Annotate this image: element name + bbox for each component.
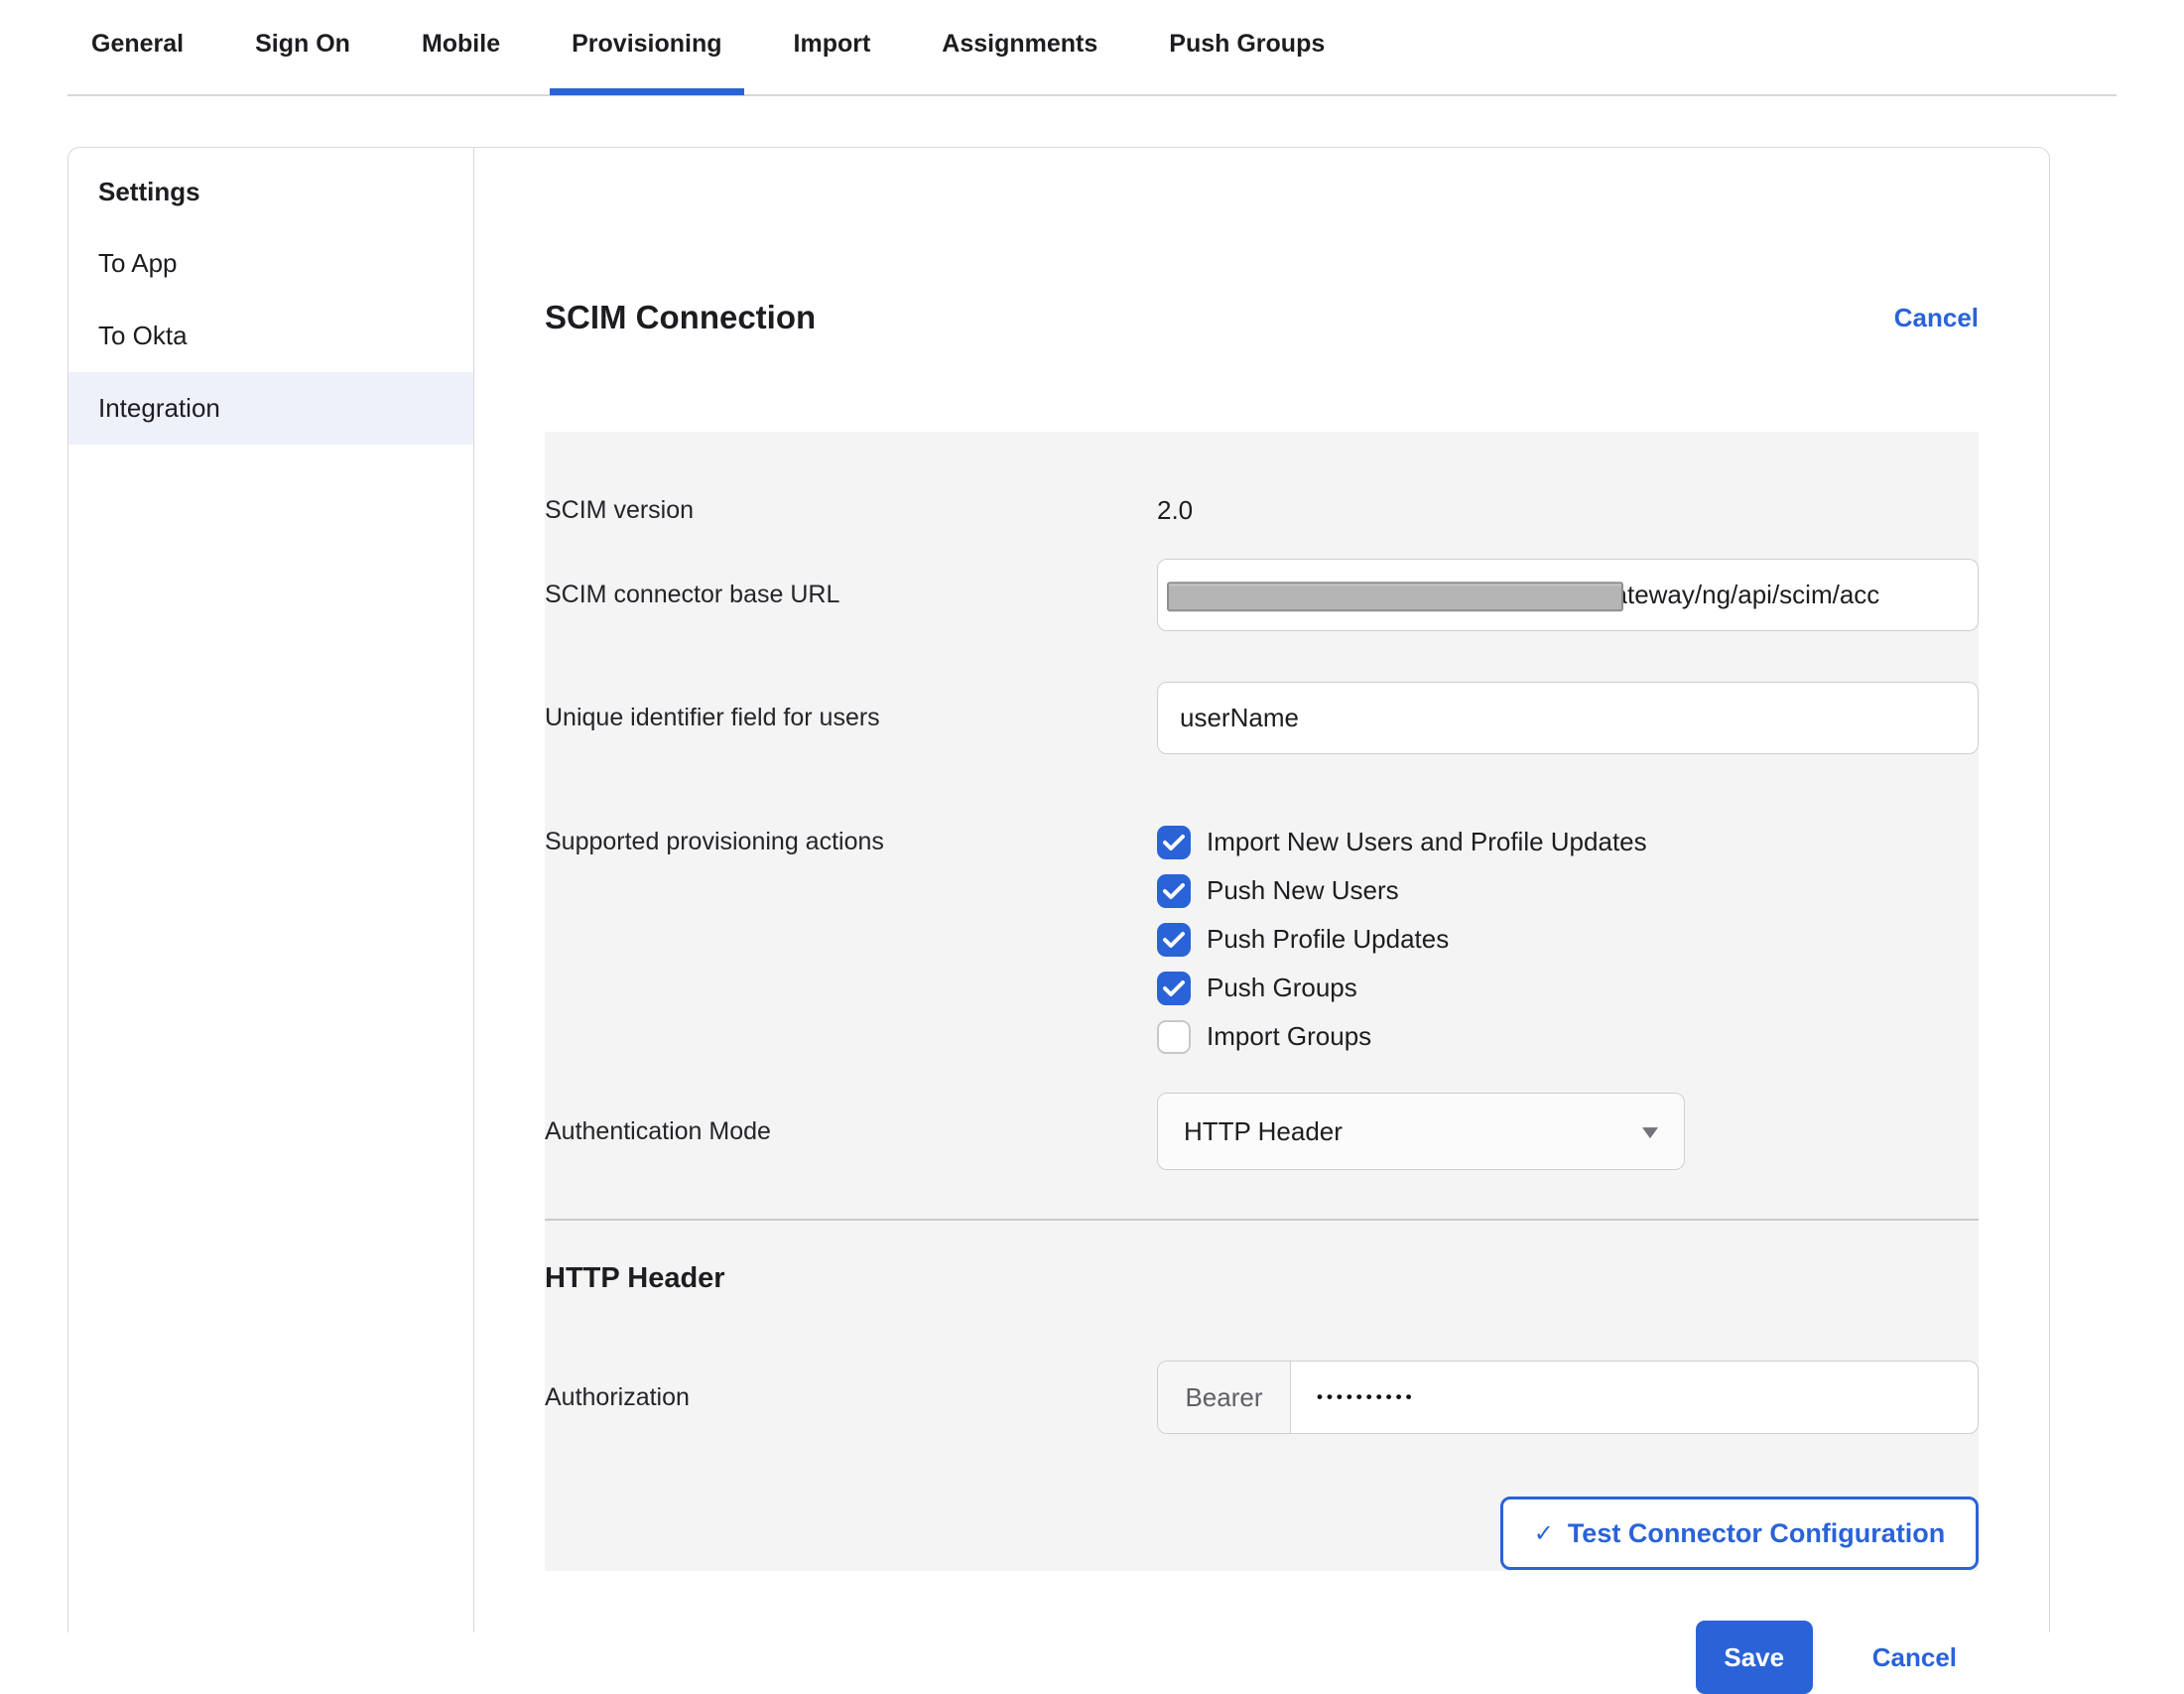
authorization-label: Authorization bbox=[545, 1383, 1157, 1412]
sidebar-item-integration[interactable]: Integration bbox=[68, 372, 473, 445]
tab-assignments[interactable]: Assignments bbox=[920, 30, 1119, 93]
check-icon bbox=[1163, 979, 1185, 997]
authorization-input-group: Bearer •••••••••• bbox=[1157, 1361, 1979, 1434]
checkbox-push-profile-updates[interactable] bbox=[1157, 923, 1191, 957]
sidebar-heading: Settings bbox=[68, 172, 473, 211]
base-url-input[interactable]: https://h5hd-195-19-67-148.ngrok.io/gate… bbox=[1157, 559, 1979, 631]
bearer-prefix: Bearer bbox=[1158, 1362, 1291, 1433]
settings-sidebar: Settings To App To Okta Integration bbox=[68, 148, 474, 1632]
check-icon: ✓ bbox=[1534, 1519, 1554, 1548]
checkbox-row-import-groups[interactable]: Import Groups bbox=[1157, 1012, 1979, 1061]
checkbox-label: Push New Users bbox=[1207, 875, 1399, 906]
provisioning-panel: Settings To App To Okta Integration SCIM… bbox=[67, 147, 2050, 1632]
checkbox-label: Import New Users and Profile Updates bbox=[1207, 827, 1647, 857]
scim-version-value: 2.0 bbox=[1157, 495, 1979, 526]
checkbox-row-push-profile-updates[interactable]: Push Profile Updates bbox=[1157, 915, 1979, 964]
tab-import[interactable]: Import bbox=[772, 30, 893, 93]
check-icon bbox=[1163, 834, 1185, 851]
checkbox-row-push-groups[interactable]: Push Groups bbox=[1157, 964, 1979, 1012]
checkbox-row-push-new-users[interactable]: Push New Users bbox=[1157, 866, 1979, 915]
page-title: SCIM Connection bbox=[545, 299, 816, 336]
sidebar-item-to-app[interactable]: To App bbox=[68, 227, 473, 300]
unique-id-label: Unique identifier field for users bbox=[545, 704, 1157, 732]
footer-cancel-link[interactable]: Cancel bbox=[1872, 1642, 1957, 1673]
checkbox-label: Push Profile Updates bbox=[1207, 924, 1449, 955]
scim-connection-form: SCIM Connection Cancel SCIM version 2.0 … bbox=[474, 148, 2049, 1632]
section-divider bbox=[545, 1219, 1979, 1221]
tab-provisioning[interactable]: Provisioning bbox=[550, 30, 743, 93]
auth-mode-value: HTTP Header bbox=[1184, 1116, 1343, 1147]
tab-sign-on[interactable]: Sign On bbox=[233, 30, 372, 93]
app-tab-bar: General Sign On Mobile Provisioning Impo… bbox=[67, 0, 2117, 96]
actions-label: Supported provisioning actions bbox=[545, 818, 1157, 856]
chevron-down-icon bbox=[1642, 1127, 1658, 1138]
unique-id-value: userName bbox=[1180, 703, 1299, 733]
tab-general[interactable]: General bbox=[69, 30, 205, 93]
checkbox-push-groups[interactable] bbox=[1157, 972, 1191, 1005]
scim-settings-area: SCIM version 2.0 SCIM connector base URL… bbox=[545, 432, 1979, 1571]
check-icon bbox=[1163, 931, 1185, 949]
checkbox-row-import-users-profile-updates[interactable]: Import New Users and Profile Updates bbox=[1157, 818, 1979, 866]
auth-mode-select[interactable]: HTTP Header bbox=[1157, 1093, 1685, 1170]
test-connector-configuration-button[interactable]: ✓ Test Connector Configuration bbox=[1500, 1497, 1979, 1570]
scim-version-label: SCIM version bbox=[545, 496, 1157, 525]
authorization-token-input[interactable]: •••••••••• bbox=[1291, 1362, 1416, 1433]
sidebar-item-to-okta[interactable]: To Okta bbox=[68, 300, 473, 372]
unique-id-input[interactable]: userName bbox=[1157, 682, 1979, 754]
checkbox-import-users-profile-updates[interactable] bbox=[1157, 826, 1191, 859]
checkbox-push-new-users[interactable] bbox=[1157, 874, 1191, 908]
test-connector-label: Test Connector Configuration bbox=[1568, 1518, 1945, 1549]
save-button[interactable]: Save bbox=[1696, 1621, 1813, 1694]
auth-mode-label: Authentication Mode bbox=[545, 1117, 1157, 1146]
tab-mobile[interactable]: Mobile bbox=[400, 30, 522, 93]
redaction-overlay bbox=[1167, 582, 1623, 611]
tab-push-groups[interactable]: Push Groups bbox=[1147, 30, 1347, 93]
checkbox-label: Import Groups bbox=[1207, 1021, 1371, 1052]
checkbox-import-groups[interactable] bbox=[1157, 1020, 1191, 1054]
header-cancel-link[interactable]: Cancel bbox=[1894, 303, 1979, 333]
http-header-section-heading: HTTP Header bbox=[545, 1262, 1979, 1295]
checkbox-label: Push Groups bbox=[1207, 973, 1357, 1003]
check-icon bbox=[1163, 882, 1185, 900]
base-url-label: SCIM connector base URL bbox=[545, 581, 1157, 609]
